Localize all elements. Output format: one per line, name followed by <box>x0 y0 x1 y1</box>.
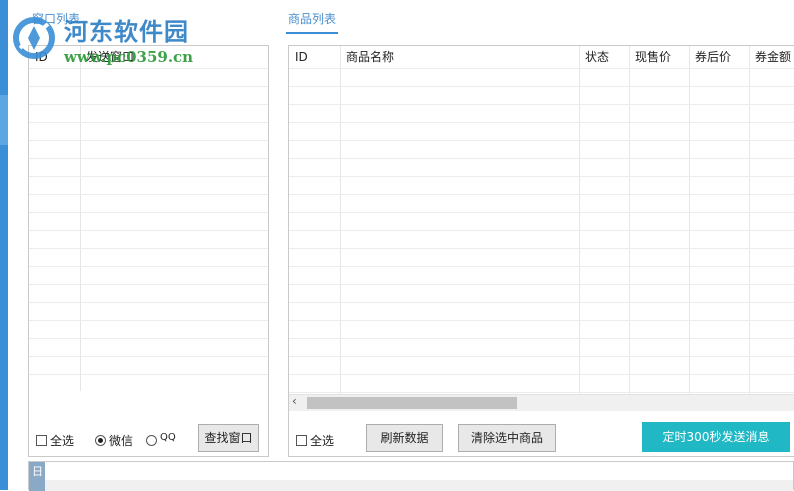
wechat-radio-label: 微信 <box>109 434 134 448</box>
column-divider <box>579 46 580 394</box>
log-area[interactable]: 日 <box>28 461 794 491</box>
column-divider <box>749 46 750 394</box>
product-col-price-header[interactable]: 现售价 <box>629 46 689 68</box>
product-select-all-checkbox[interactable] <box>296 435 307 446</box>
grid-row-line <box>29 194 268 195</box>
grid-row-line <box>289 284 794 285</box>
grid-row-line <box>289 338 794 339</box>
scroll-thumb[interactable] <box>307 397 517 409</box>
grid-row-line <box>29 284 268 285</box>
product-col-status-header[interactable]: 状态 <box>579 46 629 68</box>
product-col-id-header[interactable]: ID <box>289 46 340 68</box>
grid-row-line <box>29 356 268 357</box>
grid-row-line <box>289 302 794 303</box>
watermark-url: www.pc0359.cn <box>64 48 194 66</box>
grid-row-line <box>289 158 794 159</box>
log-gutter: 日 <box>29 462 45 491</box>
grid-row-line <box>29 266 268 267</box>
grid-row-line <box>289 248 794 249</box>
grid-row-line <box>29 230 268 231</box>
watermark: 河东软件园 www.pc0359.cn <box>10 10 230 70</box>
find-window-button[interactable]: 查找窗口 <box>198 424 259 452</box>
grid-row-line <box>289 68 794 69</box>
column-divider <box>340 46 341 394</box>
window-list-panel: ID 发送窗口 全选 微信 QQ 查找窗口 <box>28 45 269 457</box>
grid-row-line <box>289 266 794 267</box>
grid-row-line <box>289 374 794 375</box>
product-col-name-header[interactable]: 商品名称 <box>340 46 579 68</box>
grid-row-line <box>289 140 794 141</box>
grid-row-line <box>29 302 268 303</box>
grid-row-line <box>29 104 268 105</box>
grid-row-line <box>29 122 268 123</box>
column-divider <box>629 46 630 394</box>
grid-row-line <box>29 374 268 375</box>
refresh-data-button[interactable]: 刷新数据 <box>366 424 443 452</box>
product-select-all-label: 全选 <box>310 434 335 448</box>
grid-row-line <box>29 320 268 321</box>
grid-row-line <box>289 320 794 321</box>
grid-row-line <box>289 176 794 177</box>
qq-radio[interactable] <box>146 435 157 446</box>
grid-row-line <box>289 212 794 213</box>
scroll-left-arrow-icon[interactable]: ‹ <box>292 394 297 408</box>
grid-row-line <box>289 392 794 393</box>
grid-row-line <box>289 86 794 87</box>
column-divider <box>80 46 81 391</box>
column-divider <box>689 46 690 394</box>
log-gutter-label: 日 <box>32 465 43 478</box>
watermark-title: 河东软件园 <box>64 17 189 46</box>
grid-row-line <box>29 212 268 213</box>
product-list-horizontal-scrollbar[interactable]: ‹ <box>289 394 794 411</box>
grid-row-line <box>29 158 268 159</box>
grid-row-line <box>29 86 268 87</box>
side-accent-strip <box>0 0 8 490</box>
grid-row-line <box>29 140 268 141</box>
grid-row-line <box>289 122 794 123</box>
qq-radio-label: QQ <box>160 432 176 443</box>
grid-row-line <box>289 104 794 105</box>
clear-selected-products-button[interactable]: 清除选中商品 <box>458 424 556 452</box>
tab-product-list[interactable]: 商品列表 <box>288 10 336 27</box>
window-select-all-checkbox[interactable] <box>36 435 47 446</box>
wechat-radio[interactable] <box>95 435 106 446</box>
tab-active-underline <box>286 32 338 34</box>
grid-row-line <box>289 356 794 357</box>
grid-row-line <box>29 338 268 339</box>
timed-send-message-button[interactable]: 定时300秒发送消息 <box>642 422 790 452</box>
grid-row-line <box>29 176 268 177</box>
grid-row-line <box>289 230 794 231</box>
grid-row-line <box>289 194 794 195</box>
product-col-coupon-amount-header[interactable]: 券金额 <box>749 46 794 68</box>
window-select-all-label: 全选 <box>50 434 75 448</box>
log-scrollbar[interactable] <box>45 480 793 491</box>
product-col-after-coupon-header[interactable]: 券后价 <box>689 46 749 68</box>
watermark-logo-icon <box>13 17 55 59</box>
grid-row-line <box>29 248 268 249</box>
side-strip-notch <box>0 95 8 145</box>
